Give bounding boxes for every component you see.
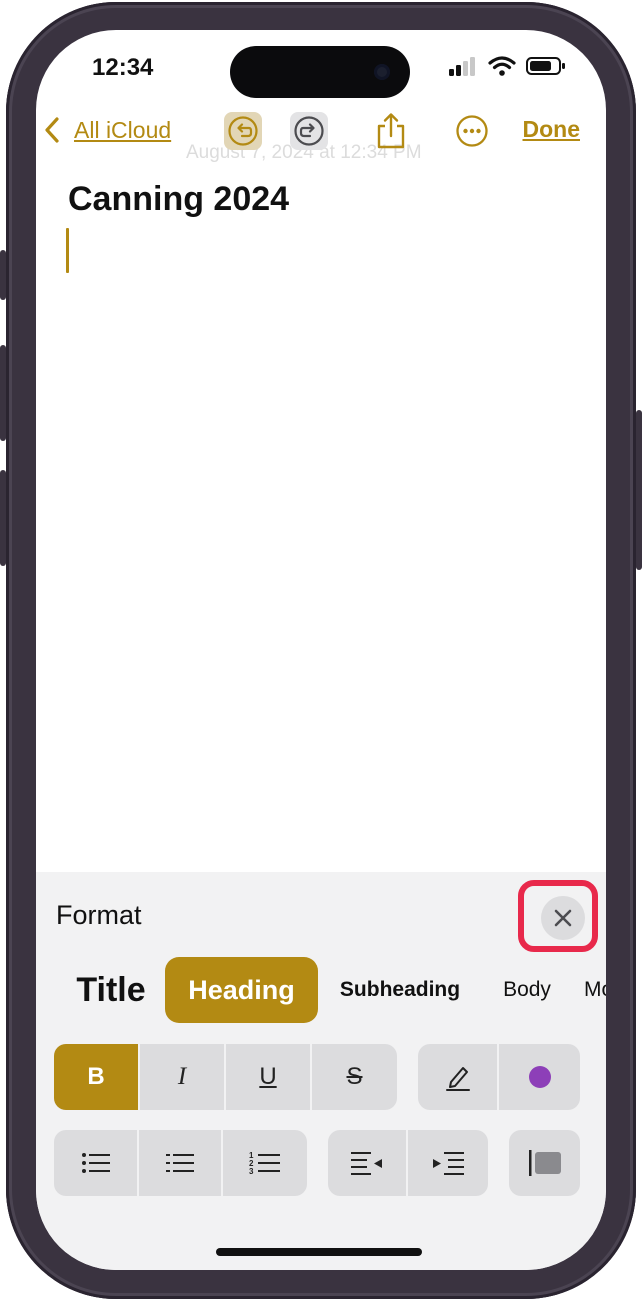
dashed-list-button[interactable] — [139, 1130, 223, 1196]
italic-label: I — [177, 1063, 187, 1090]
format-panel-title: Format — [56, 900, 142, 930]
battery-icon — [526, 57, 565, 75]
undo-icon — [228, 116, 258, 146]
pencil-icon — [445, 1067, 470, 1091]
volume-up-button — [0, 345, 6, 441]
outdent-icon — [351, 1152, 382, 1175]
chevron-left-icon — [45, 117, 59, 143]
status-time: 12:34 — [92, 54, 154, 81]
bold-button[interactable]: B — [54, 1044, 140, 1110]
style-subheading[interactable]: Subheading — [332, 957, 468, 1023]
screen: 12:34 August 7, 2024 at 12:34 PM All iCl… — [36, 30, 606, 1270]
power-button — [636, 410, 642, 570]
block-quote-button[interactable] — [509, 1130, 580, 1196]
text-cursor — [66, 228, 69, 273]
strikethrough-button[interactable]: S — [312, 1044, 397, 1110]
bold-label: B — [87, 1063, 105, 1090]
home-indicator[interactable] — [216, 1248, 422, 1256]
indent-group — [328, 1130, 488, 1196]
undo-button[interactable] — [224, 112, 262, 150]
bulleted-list-button[interactable] — [54, 1130, 139, 1196]
volume-down-button — [0, 470, 6, 566]
style-monospaced[interactable]: Mo — [584, 957, 606, 1023]
underline-button[interactable]: U — [226, 1044, 312, 1110]
style-heading[interactable]: Heading — [165, 957, 318, 1023]
status-icons — [448, 56, 566, 76]
strikethrough-label: S — [346, 1063, 363, 1090]
italic-button[interactable]: I — [140, 1044, 226, 1110]
dynamic-island — [230, 46, 410, 98]
back-label: All iCloud — [74, 116, 172, 143]
dash-list-icon — [166, 1154, 194, 1172]
style-title[interactable]: Title — [66, 957, 156, 1023]
redo-button[interactable] — [290, 112, 328, 150]
share-button[interactable] — [372, 112, 410, 150]
highlight-button[interactable] — [418, 1044, 499, 1110]
highlight-color-group — [418, 1044, 580, 1110]
text-style-group: B I U S — [54, 1044, 397, 1110]
note-title[interactable]: Canning 2024 — [68, 180, 289, 219]
note-toolbar: All iCloud Done — [36, 112, 606, 156]
block-quote-group — [509, 1130, 580, 1196]
paragraph-styles: Title Heading Subheading Body Mo — [36, 957, 606, 1027]
redo-icon — [294, 116, 324, 146]
block-quote-icon — [528, 1150, 561, 1176]
indent-icon — [433, 1152, 464, 1175]
text-color-button[interactable] — [499, 1044, 580, 1110]
close-icon — [554, 909, 572, 927]
bullet-list-icon — [81, 1153, 110, 1173]
color-dot-icon — [528, 1066, 551, 1088]
camera-icon — [374, 64, 390, 80]
close-format-button[interactable] — [541, 896, 585, 940]
underline-label: U — [259, 1063, 277, 1090]
list-style-group: 1 2 3 — [54, 1130, 307, 1196]
outdent-button[interactable] — [328, 1130, 408, 1196]
svg-text:3: 3 — [249, 1167, 254, 1176]
back-button[interactable]: All iCloud — [44, 116, 171, 144]
more-icon — [456, 115, 488, 147]
numbered-list-icon: 1 2 3 — [249, 1151, 280, 1176]
signal-icon — [449, 57, 475, 76]
style-body[interactable]: Body — [494, 957, 560, 1023]
more-button[interactable] — [453, 112, 491, 150]
numbered-list-button[interactable]: 1 2 3 — [223, 1130, 307, 1196]
action-button — [0, 250, 6, 300]
indent-button[interactable] — [408, 1130, 488, 1196]
wifi-icon — [488, 56, 516, 76]
format-panel: Format Title Heading Subheading Body Mo … — [36, 872, 606, 1270]
share-icon — [377, 113, 405, 149]
done-button[interactable]: Done — [523, 116, 581, 143]
